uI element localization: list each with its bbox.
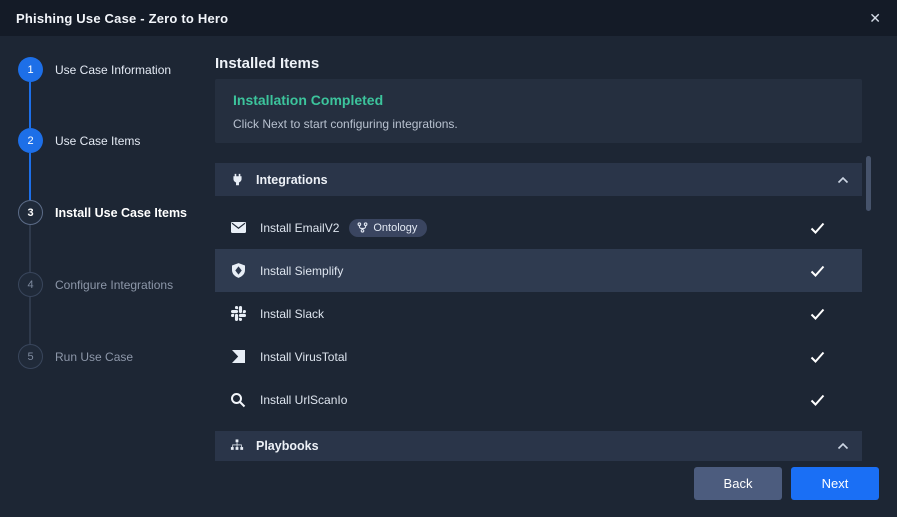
modal-body: 1 Use Case Information 2 Use Case Items … (0, 36, 897, 517)
list-item-virustotal[interactable]: Install VirusTotal (215, 335, 862, 378)
chevron-up-icon[interactable] (837, 442, 849, 450)
scrollbar-thumb[interactable] (866, 156, 871, 211)
next-button[interactable]: Next (791, 467, 879, 500)
installed-items-list: Integrations Install EmailV2 (215, 163, 862, 461)
item-label: Install EmailV2 (260, 221, 339, 235)
banner-subtitle: Click Next to start configuring integrat… (233, 117, 844, 131)
stepper-connector (29, 82, 31, 128)
section-label: Playbooks (256, 439, 319, 453)
use-case-wizard-modal: Phishing Use Case - Zero to Hero ✕ 1 Use… (0, 0, 897, 517)
close-icon[interactable]: ✕ (869, 11, 881, 25)
list-item-slack[interactable]: Install Slack (215, 292, 862, 335)
playbooks-icon (228, 439, 246, 453)
integrations-icon (228, 173, 246, 186)
siemplify-icon (228, 263, 248, 278)
chevron-up-icon[interactable] (837, 176, 849, 184)
step-circle: 5 (18, 344, 43, 369)
step-install-use-case-items[interactable]: 3 Install Use Case Items (18, 200, 187, 225)
stepper-connector (29, 153, 31, 200)
step-label: Install Use Case Items (55, 206, 187, 220)
stepper-connector (29, 225, 31, 272)
virustotal-icon (228, 350, 248, 363)
section-header-integrations[interactable]: Integrations (215, 163, 862, 196)
installation-banner: Installation Completed Click Next to sta… (215, 79, 862, 143)
item-label: Install UrlScanIo (260, 393, 347, 407)
check-icon (810, 308, 825, 320)
list-item-urlscanio[interactable]: Install UrlScanIo (215, 378, 862, 421)
email-icon (228, 222, 248, 233)
step-configure-integrations[interactable]: 4 Configure Integrations (18, 272, 173, 297)
step-use-case-information[interactable]: 1 Use Case Information (18, 57, 171, 82)
check-icon (810, 265, 825, 277)
step-circle: 1 (18, 57, 43, 82)
item-label: Install VirusTotal (260, 350, 347, 364)
section-header-playbooks[interactable]: Playbooks (215, 431, 862, 461)
step-circle: 2 (18, 128, 43, 153)
modal-title: Phishing Use Case - Zero to Hero (16, 11, 228, 26)
slack-icon (228, 306, 248, 321)
banner-title: Installation Completed (233, 92, 844, 108)
step-label: Use Case Items (55, 134, 140, 148)
step-label: Configure Integrations (55, 278, 173, 292)
back-button[interactable]: Back (694, 467, 782, 500)
check-icon (810, 222, 825, 234)
check-icon (810, 394, 825, 406)
check-icon (810, 351, 825, 363)
step-run-use-case[interactable]: 5 Run Use Case (18, 344, 133, 369)
badge-label: Ontology (373, 222, 417, 234)
list-item-emailv2[interactable]: Install EmailV2 Ontology (215, 206, 862, 249)
titlebar: Phishing Use Case - Zero to Hero ✕ (0, 0, 897, 36)
step-label: Use Case Information (55, 63, 171, 77)
ontology-icon (357, 222, 368, 233)
section-label: Integrations (256, 173, 328, 187)
ontology-badge: Ontology (349, 219, 427, 237)
main-content: Installed Items Installation Completed C… (215, 36, 897, 517)
step-circle: 4 (18, 272, 43, 297)
item-label: Install Slack (260, 307, 324, 321)
step-label: Run Use Case (55, 350, 133, 364)
page-title: Installed Items (215, 55, 862, 72)
item-label: Install Siemplify (260, 264, 343, 278)
list-item-siemplify[interactable]: Install Siemplify (215, 249, 862, 292)
footer-actions: Back Next (694, 467, 879, 500)
magnifier-icon (228, 392, 248, 408)
stepper: 1 Use Case Information 2 Use Case Items … (0, 36, 215, 517)
step-circle: 3 (18, 200, 43, 225)
stepper-connector (29, 297, 31, 344)
step-use-case-items[interactable]: 2 Use Case Items (18, 128, 140, 153)
